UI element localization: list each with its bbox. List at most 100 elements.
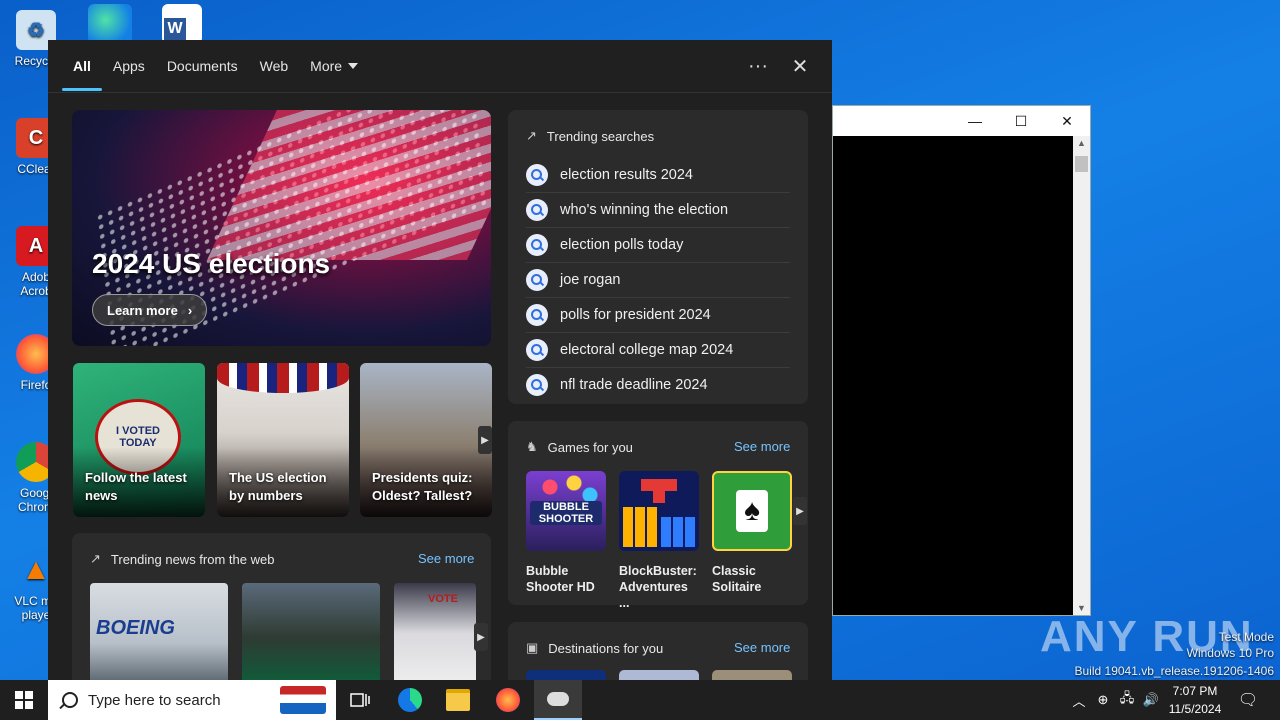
games-next-arrow-icon[interactable]: ▶ <box>793 497 807 525</box>
close-button[interactable]: ✕ <box>1044 113 1090 130</box>
network-icon[interactable]: 🖧 <box>1116 680 1138 720</box>
learn-more-button[interactable]: Learn more › <box>92 294 208 326</box>
search-panel: All Apps Documents Web More ··· ✕ 2024 U… <box>48 40 832 680</box>
volume-icon[interactable]: 🔊 <box>1140 680 1162 720</box>
trending-news-section: ↗ Trending news from the web See more BO… <box>72 533 491 680</box>
news-thumb-vote[interactable]: VOTE <box>394 583 476 680</box>
chevron-right-icon: › <box>187 302 193 318</box>
news-thumb-sports[interactable] <box>242 583 380 680</box>
search-suggestion-text: election results 2024 <box>560 167 693 183</box>
games-see-more-link[interactable]: See more <box>734 439 790 454</box>
task-view-button[interactable] <box>336 680 384 720</box>
edge-desktop-icon[interactable] <box>88 4 132 44</box>
games-title: Games for you <box>547 439 633 455</box>
list-item[interactable]: election polls today <box>526 228 790 263</box>
destination-thumb[interactable] <box>712 670 792 680</box>
game-tile-blockbuster[interactable]: BlockBuster: Adventures ... <box>619 471 699 611</box>
trending-news-see-more-link[interactable]: See more <box>418 551 474 566</box>
taskbar-clock[interactable]: 7:07 PM 11/5/2024 <box>1160 682 1230 718</box>
vertical-scrollbar[interactable]: ▲ ▼ <box>1073 136 1090 615</box>
search-placeholder: Type here to search <box>88 691 221 709</box>
tab-label: Apps <box>112 58 145 74</box>
trending-searches-title: Trending searches <box>546 128 655 144</box>
tab-web[interactable]: Web <box>249 40 300 92</box>
trending-news-next-arrow-icon[interactable]: ▶ <box>474 623 488 651</box>
search-suggestion-text: joe rogan <box>560 272 621 288</box>
watermark-build: Build 19041.vb_release.191206-1406 <box>1074 664 1275 678</box>
list-item[interactable]: electoral college map 2024 <box>526 333 790 368</box>
maximize-button[interactable]: ☐ <box>998 113 1044 130</box>
tab-more[interactable]: More <box>299 40 369 92</box>
start-button[interactable] <box>0 680 48 720</box>
game-tile-bubble-shooter[interactable]: BUBBLE SHOOTER Bubble Shooter HD <box>526 471 606 595</box>
list-item[interactable]: nfl trade deadline 2024 <box>526 368 790 402</box>
destinations-title: Destinations for you <box>548 640 664 656</box>
search-icon <box>526 234 548 256</box>
search-icon <box>526 374 548 396</box>
game-label: Classic Solitaire <box>712 564 762 594</box>
list-item[interactable]: joe rogan <box>526 263 790 298</box>
games-header: ♞ Games for you <box>526 439 633 455</box>
show-hidden-icons-chevron-icon[interactable]: ︿ <box>1068 680 1090 720</box>
watermark-edition: Windows 10 Pro <box>1186 646 1274 660</box>
destination-thumb[interactable] <box>526 670 606 680</box>
spade-card-icon: ♠ <box>736 490 768 532</box>
close-panel-button[interactable]: ✕ <box>784 50 816 82</box>
hero-flag-graphic <box>207 110 491 260</box>
trending-arrow-icon: ↗ <box>90 551 101 566</box>
trending-news-header: ↗ Trending news from the web <box>90 551 274 567</box>
list-item[interactable]: who's winning the election <box>526 193 790 228</box>
tab-label: Web <box>259 58 289 74</box>
ballot-box-icon <box>280 686 326 714</box>
hero-card[interactable]: 2024 US elections Learn more › <box>72 110 491 346</box>
trending-arrow-icon: ↗ <box>526 128 537 143</box>
news-thumb-boeing[interactable]: BOEING <box>90 583 228 680</box>
search-suggestion-text: election polls today <box>560 237 684 253</box>
tab-label: All <box>73 58 91 74</box>
scrollbar-thumb[interactable] <box>1075 156 1088 172</box>
bubble-shooter-art: BUBBLE SHOOTER <box>526 471 606 551</box>
destinations-header: ▣ Destinations for you <box>526 640 663 656</box>
news-card-presidents-quiz[interactable]: Presidents quiz: Oldest? Tallest? <box>360 363 492 517</box>
action-center-icon[interactable]: 🗨 <box>1234 680 1262 720</box>
tab-apps[interactable]: Apps <box>102 40 156 92</box>
news-card-election-numbers[interactable]: The US election by numbers <box>217 363 349 517</box>
bubble-shooter-logo-text: BUBBLE SHOOTER <box>530 501 602 525</box>
background-window[interactable]: — ☐ ✕ ▲ ▼ <box>832 105 1091 616</box>
taskbar-file-explorer[interactable] <box>434 680 482 720</box>
taskbar-edge[interactable] <box>386 680 434 720</box>
tab-all[interactable]: All <box>62 40 102 92</box>
window-content <box>833 136 1073 615</box>
destination-thumb[interactable] <box>619 670 699 680</box>
game-label: Bubble Shooter HD <box>526 564 595 594</box>
search-suggestion-text: who's winning the election <box>560 202 729 218</box>
tab-documents[interactable]: Documents <box>156 40 249 92</box>
search-suggestion-text: polls for president 2024 <box>560 307 711 323</box>
list-item[interactable]: polls for president 2024 <box>526 298 790 333</box>
minimize-button[interactable]: — <box>952 113 998 129</box>
more-options-button[interactable]: ··· <box>742 50 774 82</box>
hero-title: 2024 US elections <box>92 248 331 279</box>
tray-device-icon[interactable]: ⊕ <box>1092 680 1114 720</box>
news-card-latest[interactable]: I VOTED TODAY Follow the latest news <box>73 363 205 517</box>
list-item[interactable]: election results 2024 <box>526 158 790 193</box>
scroll-up-icon[interactable]: ▲ <box>1073 138 1090 148</box>
boeing-logo-text: BOEING <box>96 617 175 639</box>
vote-sign-text: VOTE <box>428 593 458 605</box>
game-tile-classic-solitaire[interactable]: ♠ Classic Solitaire <box>712 471 792 595</box>
trending-searches-section: ↗ Trending searches election results 202… <box>508 110 808 404</box>
trending-searches-list: election results 2024 who's winning the … <box>526 158 790 402</box>
taskbar-search-box[interactable]: Type here to search <box>48 680 336 720</box>
card-caption: Follow the latest news <box>85 470 187 503</box>
game-label: BlockBuster: Adventures ... <box>619 564 697 610</box>
word-document-icon[interactable]: W <box>162 4 202 44</box>
destinations-see-more-link[interactable]: See more <box>734 640 790 655</box>
taskbar-active-app[interactable] <box>534 680 582 720</box>
news-cards-next-arrow-icon[interactable]: ▶ <box>478 426 492 454</box>
trending-news-title: Trending news from the web <box>110 551 275 567</box>
chevron-down-icon <box>348 63 359 69</box>
blockbuster-art <box>619 471 699 551</box>
search-icon <box>526 199 548 221</box>
edge-icon <box>398 688 422 712</box>
taskbar-firefox[interactable] <box>484 680 532 720</box>
